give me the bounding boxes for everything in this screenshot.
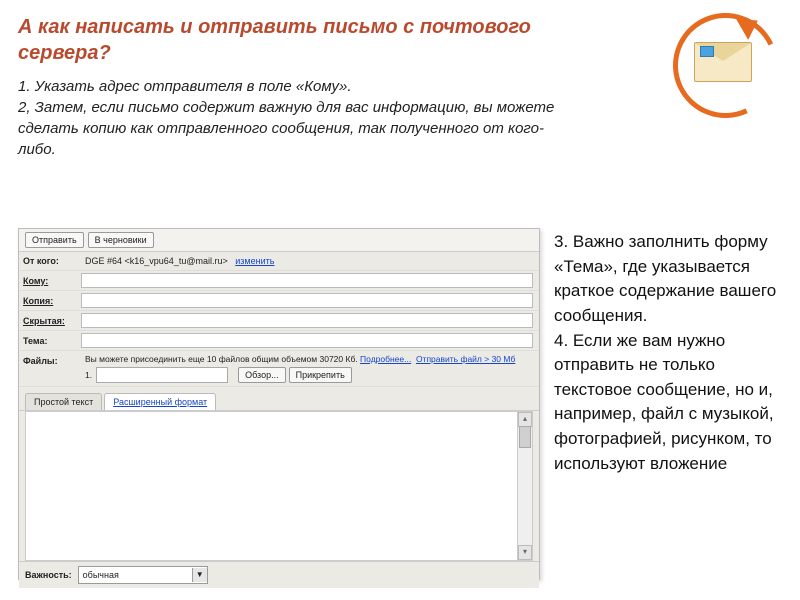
intro-step-2: 2, Затем, если письмо содержит важную дл… bbox=[18, 97, 578, 160]
subject-label: Тема: bbox=[19, 334, 81, 348]
from-value: DGE #64 <k16_vpu64_tu@mail.ru> изменить bbox=[81, 254, 539, 268]
files-info-text: Вы можете присоединить еще 10 файлов общ… bbox=[85, 354, 358, 364]
chevron-down-icon: ▼ bbox=[192, 568, 207, 582]
tab-rich-text[interactable]: Расширенный формат bbox=[104, 393, 216, 410]
message-body-editor[interactable]: ▴ ▾ bbox=[25, 411, 533, 561]
attach-button[interactable]: Прикрепить bbox=[289, 367, 352, 383]
from-row: От кого: DGE #64 <k16_vpu64_tu@mail.ru> … bbox=[19, 252, 539, 271]
editor-scrollbar[interactable]: ▴ ▾ bbox=[517, 412, 532, 560]
bcc-label: Скрытая: bbox=[19, 314, 81, 328]
importance-label: Важность: bbox=[25, 570, 72, 580]
importance-select[interactable]: обычная ▼ bbox=[78, 566, 208, 584]
bcc-input[interactable] bbox=[81, 313, 533, 328]
to-row: Кому: bbox=[19, 271, 539, 291]
subject-row: Тема: bbox=[19, 331, 539, 351]
slide-title: А как написать и отправить письмо с почт… bbox=[18, 14, 538, 66]
subject-input[interactable] bbox=[81, 333, 533, 348]
scroll-down-icon[interactable]: ▾ bbox=[518, 545, 532, 560]
to-label: Кому: bbox=[19, 274, 81, 288]
to-input[interactable] bbox=[81, 273, 533, 288]
bcc-row: Скрытая: bbox=[19, 311, 539, 331]
editor-tabs: Простой текст Расширенный формат bbox=[19, 387, 539, 411]
side-text: 3. Важно заполнить форму «Тема», где ука… bbox=[554, 228, 782, 580]
cc-input[interactable] bbox=[81, 293, 533, 308]
step-3-text: 3. Важно заполнить форму «Тема», где ука… bbox=[554, 230, 782, 329]
mail-cycle-icon bbox=[668, 8, 778, 118]
files-row: Файлы: Вы можете присоединить еще 10 фай… bbox=[19, 351, 539, 387]
title-l2: сервера? bbox=[18, 42, 111, 64]
step-4-text: 4. Если же вам нужно отправить не только… bbox=[554, 329, 782, 477]
drafts-button[interactable]: В черновики bbox=[88, 232, 154, 248]
file-number: 1. bbox=[85, 370, 92, 380]
compose-toolbar: Отправить В черновики bbox=[19, 229, 539, 252]
tab-plain-text[interactable]: Простой текст bbox=[25, 393, 102, 410]
files-big-link[interactable]: Отправить файл > 30 Мб bbox=[416, 354, 515, 364]
cc-label: Копия: bbox=[19, 294, 81, 308]
file-path-input[interactable] bbox=[96, 367, 228, 383]
importance-row: Важность: обычная ▼ bbox=[19, 561, 539, 588]
files-more-link[interactable]: Подробнее... bbox=[360, 354, 411, 364]
cc-row: Копия: bbox=[19, 291, 539, 311]
compose-screenshot: Отправить В черновики От кого: DGE #64 <… bbox=[18, 228, 540, 580]
importance-value: обычная bbox=[83, 570, 119, 580]
from-label: От кого: bbox=[19, 254, 81, 268]
files-label: Файлы: bbox=[19, 354, 81, 368]
title-l1: А как написать и отправить письмо с почт… bbox=[18, 16, 531, 38]
send-button[interactable]: Отправить bbox=[25, 232, 84, 248]
files-info-block: Вы можете присоединить еще 10 файлов общ… bbox=[81, 354, 539, 383]
intro-text: 1. Указать адрес отправителя в поле «Ком… bbox=[18, 76, 578, 160]
browse-button[interactable]: Обзор... bbox=[238, 367, 286, 383]
change-sender-link[interactable]: изменить bbox=[235, 256, 274, 266]
intro-step-1: 1. Указать адрес отправителя в поле «Ком… bbox=[18, 76, 578, 97]
scroll-thumb[interactable] bbox=[519, 426, 531, 448]
scroll-up-icon[interactable]: ▴ bbox=[518, 412, 532, 427]
